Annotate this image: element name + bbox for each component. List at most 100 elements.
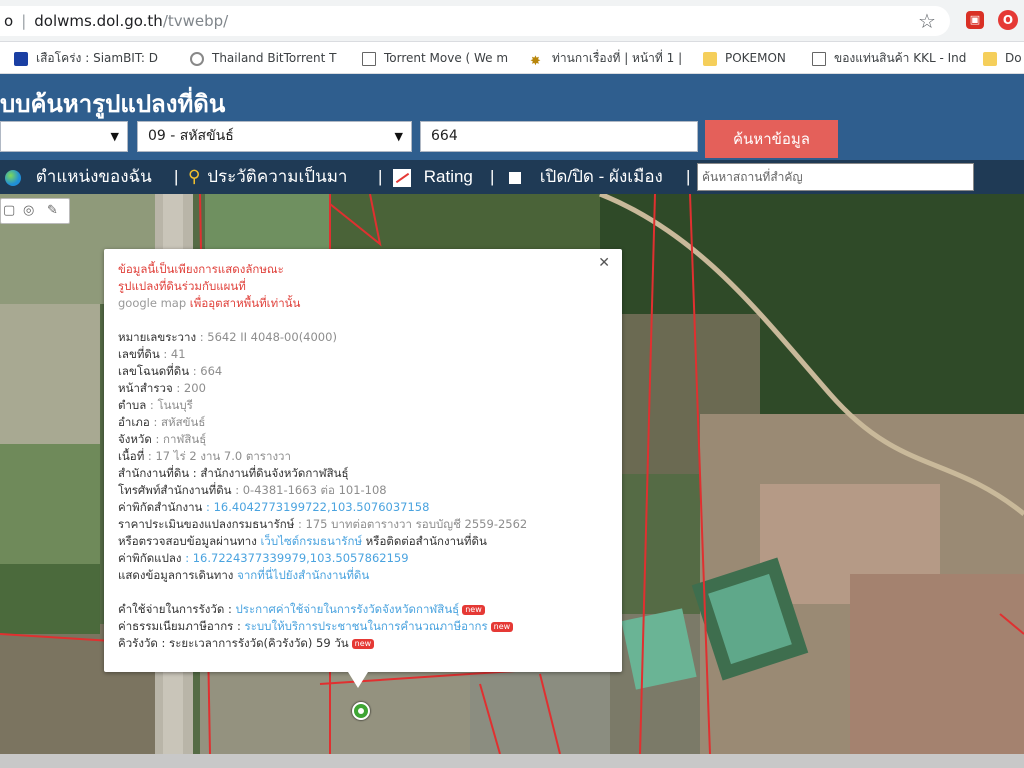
route-link[interactable]: จากที่นี่ไปยังสำนักงานที่ดิน bbox=[237, 568, 369, 582]
field-label: เนื้อที่ bbox=[118, 449, 145, 463]
toolbar-divider: | bbox=[490, 167, 495, 186]
field-row: หน้าสำรวจ : 200 bbox=[118, 380, 608, 397]
parcel-info-popup: ✕ ข้อมูลนี้เป็นเพียงการแสดงลักษณะ รูปแปล… bbox=[104, 249, 622, 688]
new-badge: new bbox=[490, 621, 514, 632]
parcel-coord-link[interactable]: : 16.7224377339979,103.5057862159 bbox=[182, 551, 408, 565]
field-label: อำเภอ bbox=[118, 415, 150, 429]
map-tools: ▢ ◎ ✎ bbox=[0, 198, 70, 224]
office-coord-label: ค่าพิกัดสำนักงาน bbox=[118, 500, 203, 514]
new-badge: new bbox=[351, 638, 375, 649]
field-value: : 200 bbox=[172, 381, 206, 395]
field-label: ตำบล bbox=[118, 398, 147, 412]
parcel-marker-icon[interactable] bbox=[352, 702, 370, 720]
new-badge: new bbox=[462, 604, 485, 615]
field-value: : 41 bbox=[159, 347, 186, 361]
url-path: /tvwebp/ bbox=[162, 12, 229, 30]
my-location-button[interactable]: ตำแหน่งของฉัน bbox=[5, 164, 152, 190]
field-label: จังหวัด bbox=[118, 432, 152, 446]
phone-row: โทรศัพท์สำนักงานที่ดิน : 0-4381-1663 ต่อ… bbox=[118, 482, 608, 499]
toolbar-divider: | bbox=[378, 167, 383, 186]
field-label: หน้าสำรวจ bbox=[118, 381, 173, 395]
announce-label: คำใช้จ่ายในการรังวัด bbox=[118, 602, 225, 616]
popup-content: ข้อมูลนี้เป็นเพียงการแสดงลักษณะ รูปแปลงท… bbox=[118, 261, 608, 652]
announce-row: คำใช้จ่ายในการรังวัด : ประกาศค่าใช้จ่ายใ… bbox=[118, 601, 608, 618]
popup-pointer bbox=[348, 672, 368, 688]
bottom-edge bbox=[0, 754, 1024, 768]
bookmark-kkl[interactable]: ของแท่นสินค้า KKL - Indi bbox=[812, 48, 967, 68]
field-label: หมายเลขระวาง bbox=[118, 330, 197, 344]
office-row: สำนักงานที่ดิน : สำนักงานที่ดินจังหวัดกา… bbox=[118, 465, 608, 482]
popup-warning-line: ข้อมูลนี้เป็นเพียงการแสดงลักษณะ bbox=[118, 262, 284, 276]
history-button[interactable]: ⚲ ประวัติความเป็นมา bbox=[188, 164, 347, 190]
bookmark-label: ท่านกาเรื่องที่ | หน้าที่ 1 | T bbox=[552, 51, 685, 65]
bookmark-do[interactable]: Do bbox=[983, 48, 1024, 68]
field-value: : 5642 II 4048-00(4000) bbox=[196, 330, 337, 344]
place-search-input[interactable]: ค้นหาสถานที่สำคัญ bbox=[697, 163, 974, 191]
city-plan-toggle[interactable]: เปิด/ปิด - ผังเมือง bbox=[509, 164, 663, 190]
fee-link[interactable]: ระบบให้บริการประชาชนในการคำนวณภาษีอากร bbox=[245, 619, 488, 633]
extension-icon[interactable]: ▣ bbox=[966, 11, 984, 29]
parcel-coord-label: ค่าพิกัดแปลง bbox=[118, 551, 182, 565]
province-select[interactable]: ▼ bbox=[0, 121, 128, 152]
checkbox-icon[interactable] bbox=[509, 171, 521, 184]
office-label: สำนักงานที่ดิน bbox=[118, 466, 190, 480]
globe-icon bbox=[5, 169, 21, 186]
district-select[interactable]: 09 - สหัสขันธ์ ▼ bbox=[137, 121, 412, 152]
warning-tail-text: เพื่ออุตสาหพื้นที่เท่านั้น bbox=[186, 296, 301, 310]
brush-icon[interactable]: ✎ bbox=[47, 203, 58, 218]
parcel-number-input[interactable]: 664 bbox=[420, 121, 698, 152]
office-coord-link[interactable]: : 16.4042773199722,103.5076037158 bbox=[202, 500, 429, 514]
target-icon[interactable]: ◎ bbox=[23, 203, 34, 218]
field-value: : 17 ไร่ 2 งาน 7.0 ตารางวา bbox=[144, 449, 291, 463]
bookmark-pokemon[interactable]: POKEMON bbox=[703, 48, 803, 68]
bookmark-thai-forum[interactable]: ✸ ท่านกาเรื่องที่ | หน้าที่ 1 | T bbox=[530, 48, 685, 68]
bookmark-siambit[interactable]: เสือโคร่ง : SiamBIT: D bbox=[14, 48, 174, 68]
field-label: เลขโฉนดที่ดิน bbox=[118, 364, 190, 378]
bookmarks-bar: เสือโคร่ง : SiamBIT: D Thailand BitTorre… bbox=[0, 42, 1024, 74]
fee-label: ค่าธรรมเนียมภาษีอากร bbox=[118, 619, 234, 633]
chevron-down-icon: ▼ bbox=[110, 130, 119, 143]
field-value: : กาฬสินธุ์ bbox=[151, 432, 207, 446]
history-label: ประวัติความเป็นมา bbox=[207, 167, 348, 186]
url-prefix: o bbox=[4, 12, 14, 30]
queue-label: คิวรังวัด bbox=[118, 636, 158, 650]
bookmark-label: Torrent Move ( We m bbox=[384, 51, 509, 65]
folder-icon bbox=[983, 51, 997, 66]
rating-button[interactable]: Rating bbox=[393, 164, 473, 190]
phone-value: : 0-4381-1663 ต่อ 101-108 bbox=[231, 483, 387, 497]
url-host: dolwms.dol.go.th bbox=[34, 12, 163, 30]
price-value: : 175 บาทต่อตารางวา รอบบัญชี 2559-2562 bbox=[294, 517, 528, 531]
field-value: : 664 bbox=[189, 364, 223, 378]
opera-icon[interactable]: O bbox=[998, 10, 1018, 30]
rating-label: Rating bbox=[423, 167, 473, 186]
announce-link[interactable]: ประกาศค่าใช้จ่ายในการรังวัดจังหวัดกาฬสิน… bbox=[235, 602, 459, 616]
bookmark-label: POKEMON bbox=[725, 51, 786, 65]
route-row: แสดงข้อมูลการเดินทาง จากที่นี่ไปยังสำนัก… bbox=[118, 567, 608, 584]
bookmark-label: Do bbox=[1005, 51, 1022, 65]
treasury-website-link[interactable]: เว็บไซต์กรมธนารักษ์ bbox=[261, 534, 363, 548]
square-tool-icon[interactable]: ▢ bbox=[3, 203, 15, 218]
url-separator: | bbox=[21, 12, 27, 30]
browser-toolbar: o | dolwms.dol.go.th/tvwebp/ ☆ ▣ O bbox=[0, 0, 1024, 42]
queue-row: คิวรังวัด : ระยะเวลาการรังวัด(คิวรังวัด)… bbox=[118, 635, 608, 652]
field-row: อำเภอ : สหัสขันธ์ bbox=[118, 414, 608, 431]
my-location-label: ตำแหน่งของฉัน bbox=[35, 167, 152, 186]
chevron-down-icon: ▼ bbox=[394, 130, 403, 143]
field-row: เลขโฉนดที่ดิน : 664 bbox=[118, 363, 608, 380]
office-value: : สำนักงานที่ดินจังหวัดกาฬสินธุ์ bbox=[189, 466, 349, 480]
bookmark-thailand-bittorrent[interactable]: Thailand BitTorrent T bbox=[190, 48, 345, 68]
address-bar[interactable]: o | dolwms.dol.go.th/tvwebp/ bbox=[0, 6, 950, 36]
google-map-text: google map bbox=[118, 296, 187, 310]
bookmark-label: เสือโคร่ง : SiamBIT: D bbox=[36, 51, 158, 65]
price-check-row: หรือตรวจสอบข้อมูลผ่านทาง เว็บไซต์กรมธนาร… bbox=[118, 533, 608, 550]
parcel-coord-row: ค่าพิกัดแปลง : 16.7224377339979,103.5057… bbox=[118, 550, 608, 567]
search-button[interactable]: ค้นหาข้อมูล bbox=[705, 120, 838, 158]
bookmark-torrent-move[interactable]: Torrent Move ( We m bbox=[362, 48, 512, 68]
popup-warning-line: google map เพื่ออุตสาหพื้นที่เท่านั้น bbox=[118, 295, 608, 312]
bookmark-label: ของแท่นสินค้า KKL - Indi bbox=[834, 51, 967, 65]
field-row: ตำบล : โนนบุรี bbox=[118, 397, 608, 414]
bookmark-star-icon[interactable]: ☆ bbox=[918, 9, 936, 33]
page-icon bbox=[362, 51, 376, 66]
popup-warning-line: รูปแปลงที่ดินร่วมกับแผนที่ bbox=[118, 279, 246, 293]
